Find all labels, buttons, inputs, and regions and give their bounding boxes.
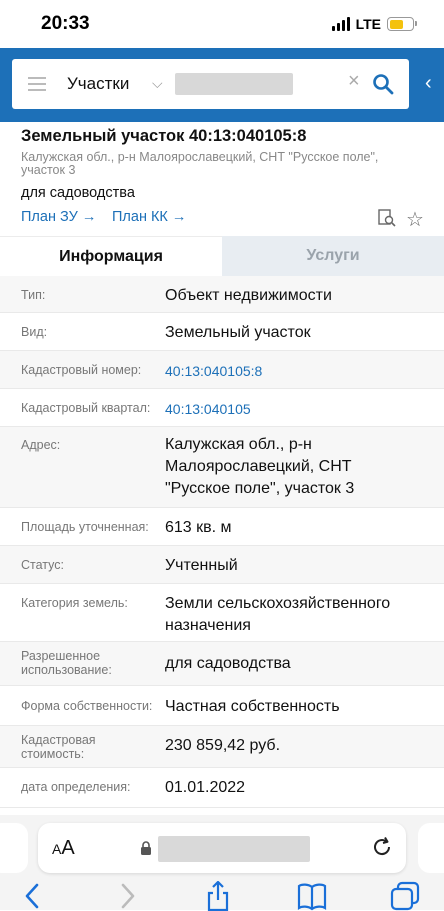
- info-label: Категория земель:: [21, 596, 128, 610]
- plan-kk-link[interactable]: План КК →: [112, 209, 186, 225]
- search-input[interactable]: [175, 73, 293, 95]
- plan-zu-label: План ЗУ: [21, 209, 78, 225]
- text-size-button[interactable]: AA: [52, 837, 75, 860]
- info-value: для садоводства: [165, 655, 291, 672]
- info-label: Вид:: [21, 325, 48, 339]
- plan-kk-label: План КК: [112, 209, 168, 225]
- parcel-purpose: для садоводства: [21, 185, 135, 201]
- network-label: LTE: [355, 16, 381, 32]
- search-icon[interactable]: [372, 73, 394, 95]
- info-label: Форма собственности:: [21, 699, 153, 713]
- cadastral-number-link[interactable]: 40:13:040105:8: [165, 360, 435, 382]
- close-icon[interactable]: ×: [348, 70, 360, 93]
- hamburger-icon[interactable]: [28, 77, 46, 91]
- info-label: Тип:: [21, 288, 46, 302]
- star-icon[interactable]: ☆: [406, 207, 424, 232]
- plan-zu-link[interactable]: План ЗУ →: [21, 209, 96, 225]
- info-row-cadastral-value: Кадастровая стоимость: 230 859,42 руб.: [0, 726, 444, 768]
- info-label: Кадастровый квартал:: [21, 401, 151, 415]
- lock-icon: [141, 841, 151, 855]
- info-label: Разрешенное использование:: [21, 649, 112, 677]
- info-value: 230 859,42 руб.: [165, 737, 281, 754]
- status-bar: 20:33 LTE: [0, 0, 444, 48]
- status-time: 20:33: [41, 13, 90, 34]
- info-row-ownership: Форма собственности: Частная собственнос…: [0, 686, 444, 726]
- info-value: 613 кв. м: [165, 519, 232, 536]
- search-type-select[interactable]: Участки: [67, 74, 129, 94]
- parcel-address: Калужская обл., р-н Малоярославецкий, СН…: [21, 150, 379, 177]
- info-row-cadastral-quarter: Кадастровый квартал: 40:13:040105: [0, 389, 444, 427]
- chevron-down-icon[interactable]: ⌵: [152, 75, 163, 92]
- tab-information[interactable]: Информация: [0, 236, 222, 276]
- url-text: [158, 836, 310, 862]
- info-value: Частная собственность: [165, 698, 340, 715]
- info-label: Площадь уточненная:: [21, 520, 149, 534]
- signal-icon: [331, 17, 350, 31]
- previous-tab-preview[interactable]: [0, 823, 28, 873]
- info-value: Учтенный: [165, 557, 238, 574]
- status-indicators: LTE: [331, 16, 417, 32]
- reload-icon[interactable]: [370, 835, 394, 859]
- info-value: Земельный участок: [165, 324, 311, 341]
- address-bar[interactable]: AA: [38, 823, 406, 873]
- next-tab-preview[interactable]: [418, 823, 444, 873]
- info-row-permitted-use: Разрешенное использование: для садоводст…: [0, 642, 444, 686]
- tab-bar: Информация Услуги: [0, 236, 444, 276]
- search-box: Участки ⌵ ×: [12, 59, 409, 109]
- back-icon[interactable]: [18, 881, 48, 911]
- parcel-title: Земельный участок 40:13:040105:8: [21, 127, 307, 145]
- battery-icon: [387, 17, 417, 31]
- info-label: дата определения:: [21, 780, 131, 794]
- info-row-type: Тип: Объект недвижимости: [0, 276, 444, 313]
- info-label: Кадастровая стоимость:: [21, 733, 96, 761]
- arrow-right-icon: →: [171, 209, 187, 225]
- parcel-header: Земельный участок 40:13:040105:8 Калужск…: [0, 122, 444, 236]
- info-row-land-category: Категория земель: Земли сельскохозяйстве…: [0, 584, 444, 642]
- document-search-icon[interactable]: [378, 209, 396, 227]
- search-header: Участки ⌵ × ‹: [0, 48, 444, 122]
- tab-services[interactable]: Услуги: [222, 236, 444, 276]
- info-label: Адрес:: [21, 438, 61, 452]
- info-row-area: Площадь уточненная: 613 кв. м: [0, 508, 444, 546]
- browser-bottom-bar: AA: [0, 815, 444, 911]
- arrow-right-icon: →: [81, 209, 97, 225]
- info-value: Калужская обл., р-н Малоярославецкий, СН…: [165, 436, 355, 497]
- info-row-kind: Вид: Земельный участок: [0, 313, 444, 351]
- share-icon[interactable]: [203, 881, 233, 911]
- info-row-valuation-date: дата определения: 01.01.2022: [0, 768, 444, 808]
- cadastral-quarter-link[interactable]: 40:13:040105: [165, 398, 435, 420]
- info-row-status: Статус: Учтенный: [0, 546, 444, 584]
- info-row-cadastral-number: Кадастровый номер: 40:13:040105:8: [0, 351, 444, 389]
- info-label: Кадастровый номер:: [21, 363, 142, 377]
- info-value: Земли сельскохозяйственного назначения: [165, 595, 391, 634]
- forward-icon[interactable]: [112, 881, 142, 911]
- info-value: 01.01.2022: [165, 779, 246, 796]
- info-row-address: Адрес: Калужская обл., р-н Малоярославец…: [0, 427, 444, 508]
- info-value: Объект недвижимости: [165, 287, 332, 304]
- info-label: Статус:: [21, 558, 64, 572]
- chevron-left-icon[interactable]: ‹: [425, 72, 432, 95]
- browser-toolbar: [0, 879, 444, 911]
- bookmarks-icon[interactable]: [297, 881, 327, 911]
- tabs-icon[interactable]: [390, 881, 420, 911]
